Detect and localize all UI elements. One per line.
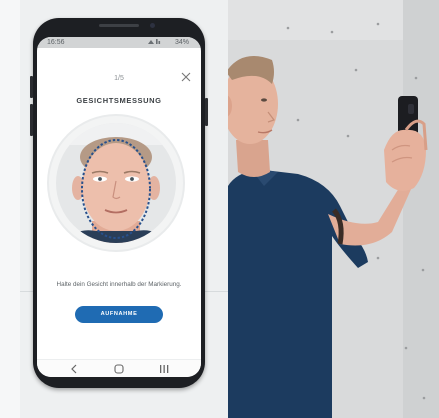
bixby-button (30, 104, 33, 136)
front-camera (150, 23, 155, 28)
phone-screen: 16:56 34% 1/5 GESICHTSMESSUNG Halte dein… (37, 37, 201, 377)
photo-man-taking-selfie (228, 0, 439, 418)
android-nav-bar (37, 359, 201, 377)
face-capture-circle (49, 116, 183, 250)
nav-home-icon[interactable] (107, 360, 131, 377)
status-battery: 34% (147, 37, 189, 48)
signal-wifi-icon (148, 39, 161, 44)
earpiece (99, 24, 139, 27)
step-indicator: 1/5 (114, 75, 124, 82)
smartphone: 16:56 34% 1/5 GESICHTSMESSUNG Halte dein… (30, 18, 208, 388)
volume-button (30, 76, 33, 98)
camera-preview (56, 123, 176, 243)
nav-back-icon[interactable] (62, 360, 86, 377)
nav-recents-icon[interactable] (152, 360, 176, 377)
status-bar: 16:56 34% (37, 37, 201, 48)
capture-button[interactable]: AUFNAHME (75, 306, 163, 323)
instruction-text: Halte dein Gesicht innerhalb der Markier… (56, 281, 182, 288)
close-icon[interactable] (179, 70, 193, 84)
status-time: 16:56 (47, 39, 65, 46)
page-title: GESICHTSMESSUNG (76, 96, 162, 105)
power-button (205, 98, 208, 126)
